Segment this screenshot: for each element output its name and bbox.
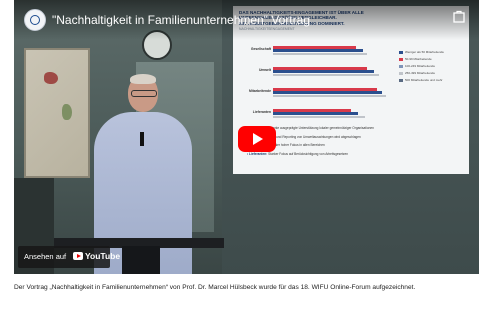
slide-bullets: • Gesellschaft: Starke ausgeprägte Unter… xyxy=(247,126,457,160)
legend-swatch xyxy=(399,51,403,54)
slide-bullet: • Gesellschaft: Starke ausgeprägte Unter… xyxy=(247,126,374,130)
share-icon xyxy=(453,10,465,23)
wall-map xyxy=(24,48,90,178)
legend-swatch xyxy=(399,58,403,61)
video-player[interactable]: DAS NACHHALTIGKEITS-ENGAGEMENT IST ÜBER … xyxy=(14,0,479,274)
legend-label: Weniger als 50 Mitarbeitende xyxy=(405,50,444,54)
slide-bar xyxy=(273,73,380,77)
watch-on-label: Ansehen auf xyxy=(24,252,67,261)
slide-legend-item: 100-249 Mitarbeitende xyxy=(399,64,444,71)
slide-bar-label: Gesellschaft xyxy=(250,47,271,51)
legend-label: 100-249 Mitarbeitende xyxy=(405,64,436,68)
slide-bar xyxy=(273,115,366,119)
slide-bar xyxy=(273,52,368,56)
channel-logo-icon[interactable] xyxy=(24,9,46,31)
slide-legend-item: 250-499 Mitarbeitende xyxy=(399,71,444,78)
slide-bar xyxy=(273,46,356,49)
slide-legend: Weniger als 50 Mitarbeitende 50-99 Mitarb… xyxy=(399,50,444,85)
slide-bar-label: Umwelt xyxy=(258,68,271,72)
legend-label: 500 Mitarbeitende und mehr xyxy=(405,78,443,82)
slide-bar xyxy=(273,49,363,52)
video-caption: Der Vortrag „Nachhaltigkeit in Familienu… xyxy=(14,284,416,291)
play-button[interactable] xyxy=(238,126,276,152)
channel-logo-mark xyxy=(30,15,40,25)
legend-swatch xyxy=(399,79,403,82)
youtube-logo-icon xyxy=(73,252,83,260)
lectern-stand xyxy=(122,246,160,274)
slide-bar xyxy=(273,70,375,73)
slide-bar-label: Lieferanten xyxy=(252,110,271,114)
share-button[interactable] xyxy=(452,10,468,32)
slide-bullet: • Lieferanten: Starker Fokus auf Berücks… xyxy=(247,151,349,156)
map-region xyxy=(62,104,72,120)
slide-bar xyxy=(273,109,351,112)
slide-bullet: • Umwelt: Messung und Reporting von Umwe… xyxy=(247,134,361,139)
map-region xyxy=(44,72,58,84)
legend-swatch xyxy=(399,65,403,68)
legend-label: 250-499 Mitarbeitende xyxy=(405,71,436,75)
play-icon xyxy=(253,133,263,145)
watch-on-youtube-button[interactable]: Ansehen auf YouTube xyxy=(18,246,120,268)
slide-bar xyxy=(273,88,377,91)
slide-bar xyxy=(273,112,358,115)
slide-bar xyxy=(273,91,382,94)
slide-legend-item: 500 Mitarbeitende und mehr xyxy=(399,78,444,85)
legend-label: 50-99 Mitarbeitende xyxy=(405,57,432,61)
legend-swatch xyxy=(399,72,403,75)
microphone xyxy=(140,132,144,146)
slide-legend-item: 50-99 Mitarbeitende xyxy=(399,57,444,64)
slide-bar xyxy=(273,67,368,70)
slide-bullet: • Mitarbeiter: Zentraler hoher Fokus in … xyxy=(247,143,325,147)
slide-bar xyxy=(273,94,387,98)
youtube-wordmark: YouTube xyxy=(85,251,121,261)
video-title[interactable]: "Nachhaltigkeit in Familienunternehmen" … xyxy=(52,13,310,27)
presenter-hair xyxy=(130,74,156,84)
presenter-glasses xyxy=(131,90,157,97)
slide-legend-item: Weniger als 50 Mitarbeitende xyxy=(399,50,444,57)
slide-bar-label: Mitarbeitende xyxy=(248,89,271,93)
